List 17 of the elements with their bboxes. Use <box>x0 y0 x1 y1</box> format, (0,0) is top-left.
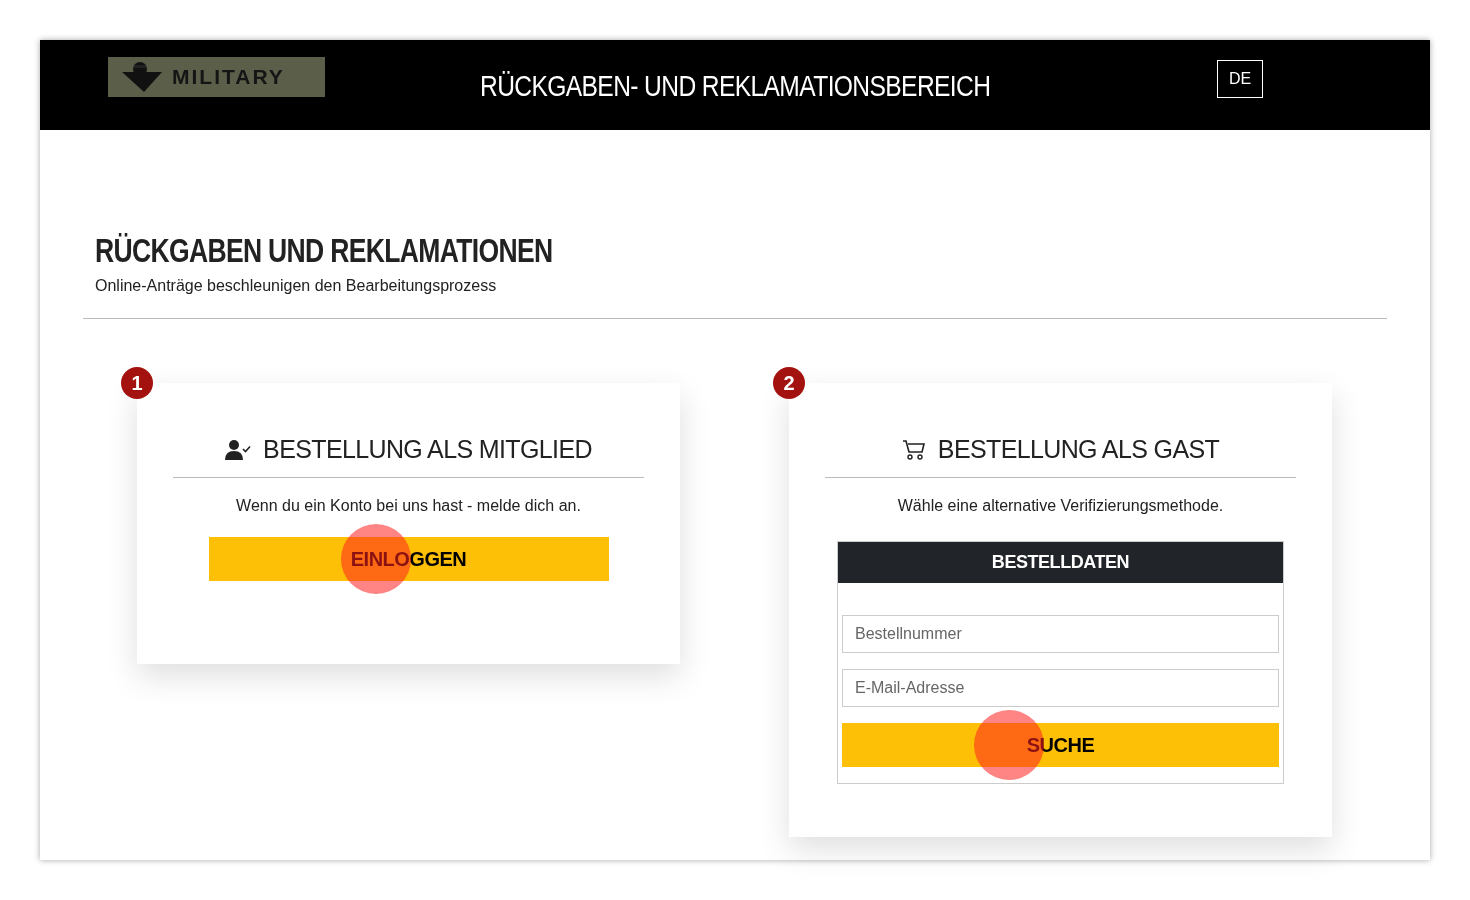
user-check-icon <box>225 439 252 460</box>
input-field[interactable]: Bestellnummer <box>842 614 1279 653</box>
form-header: BESTELLDATEN <box>838 541 1283 583</box>
step-badge: 2 <box>773 367 805 399</box>
card-title: BESTELLUNG ALS GAST <box>937 434 1220 465</box>
card-text: Wähle eine alternative Verifizierungsmethode. <box>897 495 1224 516</box>
card-title: BESTELLUNG ALS MITGLIED <box>263 434 592 465</box>
language-button[interactable]: DE <box>1217 60 1263 98</box>
section-heading: RÜCKGABEN UND REKLAMATIONEN <box>95 230 554 270</box>
cart-icon <box>901 438 926 461</box>
section-subtitle: Online-Anträge beschleunigen den Bearbeitungsprozess <box>95 276 498 296</box>
page-title: RÜCKGABEN- UND REKLAMATIONSBEREICH <box>479 67 991 104</box>
input-field[interactable]: E-Mail-Adresse <box>842 668 1279 707</box>
step-badge: 1 <box>121 367 153 399</box>
logo-text: MILITARY <box>172 64 285 91</box>
card-text: Wenn du ein Konto bei uns hast - melde dich an. <box>236 495 581 516</box>
action-button[interactable]: SUCHE <box>842 722 1279 767</box>
